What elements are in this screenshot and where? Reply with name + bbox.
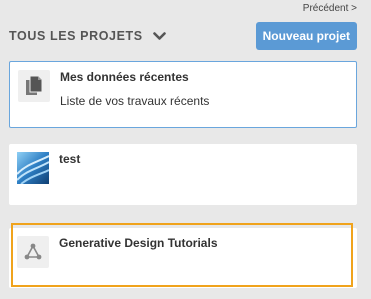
generative-design-icon	[17, 236, 49, 268]
project-title: Generative Design Tutorials	[59, 236, 218, 250]
project-card-test[interactable]: test	[9, 144, 357, 205]
recent-data-icon	[18, 70, 50, 102]
project-title: Mes données récentes	[60, 70, 189, 84]
project-thumbnail	[17, 152, 49, 184]
new-project-button[interactable]: Nouveau projet	[255, 22, 357, 50]
project-title: test	[59, 152, 81, 166]
previous-link[interactable]: Précédent >	[303, 3, 357, 14]
project-card-generative-design[interactable]: Generative Design Tutorials	[9, 228, 357, 288]
chevron-down-icon	[152, 31, 166, 40]
projects-header: TOUS LES PROJETS Nouveau projet	[9, 22, 357, 50]
project-card-recent-data[interactable]: Mes données récentes Liste de vos travau…	[9, 61, 357, 128]
project-subtitle: Liste de vos travaux récents	[60, 94, 210, 108]
all-projects-dropdown[interactable]: TOUS LES PROJETS	[9, 29, 166, 43]
all-projects-label: TOUS LES PROJETS	[9, 29, 143, 43]
